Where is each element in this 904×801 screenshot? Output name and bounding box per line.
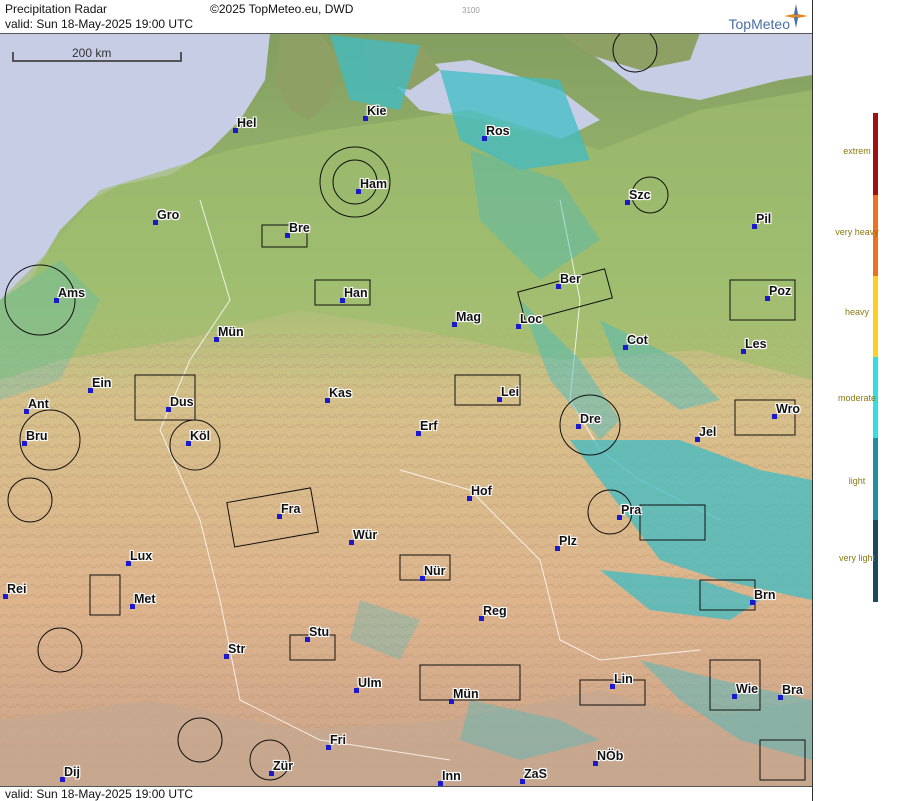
- legend-label-very-heavy: very heavy: [835, 227, 879, 237]
- map-canvas[interactable]: [0, 0, 812, 801]
- legend-label-heavy: heavy: [844, 307, 870, 317]
- city-label: Loc: [520, 312, 543, 326]
- city-label: Wro: [776, 402, 801, 416]
- city-label: Ros: [486, 124, 510, 138]
- footer-bar: valid: Sun 18-May-2025 19:00 UTC: [0, 786, 812, 801]
- logo-text: TopMeteo: [728, 16, 790, 32]
- city-label: Szc: [629, 188, 651, 202]
- city-label: Gro: [157, 208, 180, 222]
- scale-bar: 200 km: [12, 46, 182, 64]
- city-label: Lux: [130, 549, 153, 563]
- city-label: Poz: [769, 284, 792, 298]
- city-label: Cot: [627, 333, 648, 347]
- city-label: Fra: [281, 502, 301, 516]
- city-label: Pil: [756, 212, 772, 226]
- city-label: Ein: [92, 376, 112, 390]
- header-bar: Precipitation Radar ©2025 TopMeteo.eu, D…: [0, 0, 812, 34]
- city-label: Brn: [754, 588, 776, 602]
- city-label: Wür: [353, 528, 378, 542]
- city-label: NÖb: [597, 749, 624, 763]
- city-label: Ham: [360, 177, 388, 191]
- city-label: Nür: [424, 564, 446, 578]
- city-label: Hof: [471, 484, 492, 498]
- map-title: Precipitation Radar: [5, 2, 108, 16]
- city-label: ZaS: [524, 767, 547, 781]
- city-label: Han: [344, 286, 368, 300]
- legend-label-moderate: moderate: [837, 393, 877, 403]
- city-label: Ams: [58, 286, 86, 300]
- city-label: Reg: [483, 604, 507, 618]
- city-label: Wie: [736, 682, 759, 696]
- city-label: Str: [228, 642, 246, 656]
- city-label: Mün: [218, 325, 244, 339]
- city-label: Bre: [289, 221, 310, 235]
- map-panel[interactable]: Precipitation Radar ©2025 TopMeteo.eu, D…: [0, 0, 813, 801]
- city-label: Dus: [170, 395, 194, 409]
- city-label: Dij: [64, 765, 80, 779]
- city-label: Erf: [420, 419, 438, 433]
- header-code: 3100: [462, 6, 480, 15]
- city-label: Fri: [330, 733, 346, 747]
- intensity-legend: extrem very heavy heavy moderate light v…: [813, 0, 904, 801]
- city-label: Kie: [367, 104, 387, 118]
- city-label: Les: [745, 337, 767, 351]
- city-label: Pra: [621, 503, 642, 517]
- radar-view: Precipitation Radar ©2025 TopMeteo.eu, D…: [0, 0, 904, 801]
- legend-label-very-light: very light: [838, 553, 875, 563]
- city-label: Lei: [501, 385, 520, 399]
- city-label: Jel: [699, 425, 717, 439]
- city-label: Met: [134, 592, 156, 606]
- city-label: Hel: [237, 116, 257, 130]
- city-label: Zür: [273, 759, 294, 773]
- city-label: Mün: [453, 687, 479, 701]
- city-label: Rei: [7, 582, 27, 596]
- city-label: Ant: [28, 397, 49, 411]
- city-label: Köl: [190, 429, 211, 443]
- city-label: Dre: [580, 412, 601, 426]
- city-label: Kas: [329, 386, 352, 400]
- legend-label-light: light: [848, 476, 866, 486]
- city-label: Bru: [26, 429, 48, 443]
- city-label: Inn: [442, 769, 461, 783]
- city-label: Plz: [559, 534, 578, 548]
- city-label: Ber: [560, 272, 581, 286]
- footer-valid-time: valid: Sun 18-May-2025 19:00 UTC: [5, 787, 194, 801]
- legend-label-extrem: extrem: [843, 146, 871, 156]
- city-label: Lin: [614, 672, 633, 686]
- city-label: Ulm: [358, 676, 382, 690]
- city-label: Stu: [309, 625, 330, 639]
- city-label: Mag: [456, 310, 481, 324]
- city-label: Bra: [782, 683, 803, 697]
- valid-time: valid: Sun 18-May-2025 19:00 UTC: [5, 17, 194, 31]
- copyright-text: ©2025 TopMeteo.eu, DWD: [210, 2, 354, 16]
- scale-label: 200 km: [72, 46, 112, 60]
